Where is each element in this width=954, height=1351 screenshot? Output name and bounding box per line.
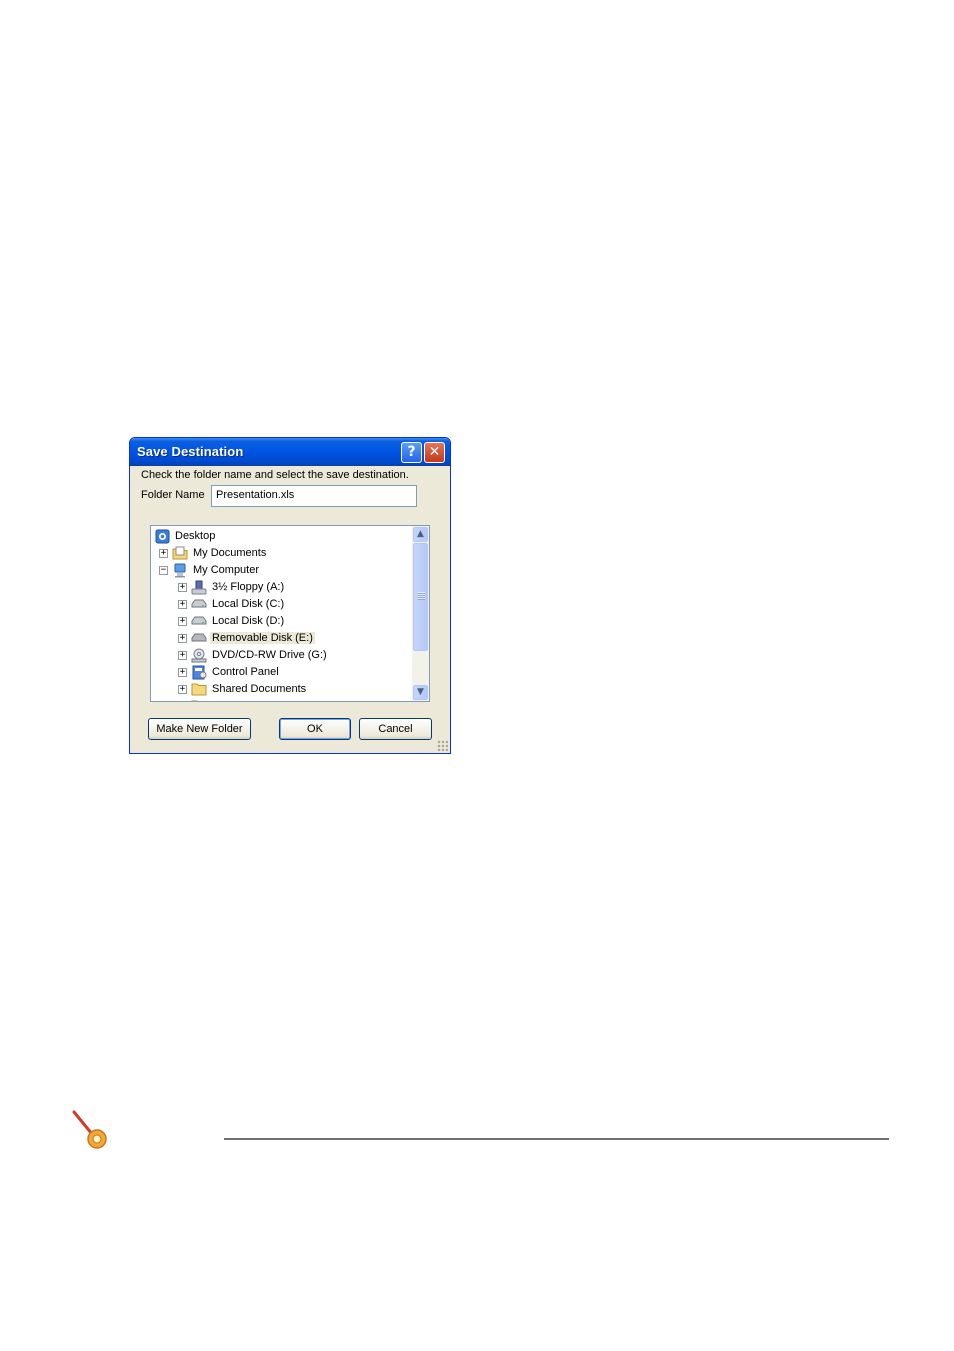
tree-item-my-documents[interactable]: + My Documents <box>159 545 268 561</box>
title-bar[interactable]: Save Destination ? ✕ <box>130 438 450 466</box>
tree-item-label: Local Disk (C:) <box>212 598 285 610</box>
tree-item-control-panel[interactable]: + Control Panel <box>178 664 281 680</box>
floppy-icon <box>191 580 207 594</box>
help-button[interactable]: ? <box>401 442 422 463</box>
control-panel-icon <box>191 665 207 679</box>
dvd-drive-icon <box>191 648 207 662</box>
tree-item-label: Shared Documents <box>212 683 307 695</box>
hard-disk-icon <box>191 614 207 628</box>
expand-icon[interactable]: + <box>159 548 168 558</box>
tree-item-partial <box>178 698 210 703</box>
note-divider <box>224 1138 889 1140</box>
tree-item-local-disk-d[interactable]: + Local Disk (D:) <box>178 613 286 629</box>
scroll-down-arrow-icon[interactable]: ▼ <box>413 685 428 700</box>
tree-vertical-scrollbar[interactable]: ▲ ▼ <box>412 526 429 701</box>
tree-item-my-computer[interactable]: − My Computer <box>159 562 261 578</box>
tree-item-floppy[interactable]: + 3½ Floppy (A:) <box>178 579 286 595</box>
tree-item-removable-disk-e[interactable]: + Removable Disk (E:) <box>178 630 315 646</box>
folder-icon <box>191 699 207 701</box>
tree-item-desktop[interactable]: Desktop <box>154 528 217 544</box>
folder-name-label: Folder Name <box>141 489 205 501</box>
instruction-text: Check the folder name and select the sav… <box>141 469 409 481</box>
scroll-up-arrow-icon[interactable]: ▲ <box>413 527 428 542</box>
make-new-folder-button[interactable]: Make New Folder <box>148 718 251 740</box>
expand-icon[interactable]: + <box>178 582 187 592</box>
scroll-thumb[interactable] <box>413 543 428 651</box>
tree-item-label: DVD/CD-RW Drive (G:) <box>212 649 327 661</box>
tree-item-local-disk-c[interactable]: + Local Disk (C:) <box>178 596 286 612</box>
expand-icon[interactable]: + <box>178 650 187 660</box>
tree-item-dvd-drive-g[interactable]: + DVD/CD-RW Drive (G:) <box>178 647 329 663</box>
tree-item-label: Local Disk (D:) <box>212 615 285 627</box>
tree-item-label: Removable Disk (E:) <box>210 632 315 644</box>
save-destination-dialog: Save Destination ? ✕ Check the folder na… <box>129 437 451 754</box>
expand-icon[interactable]: + <box>178 633 187 643</box>
tree-item-label: Desktop <box>175 530 216 542</box>
ok-button[interactable]: OK <box>279 718 351 740</box>
expand-icon[interactable]: + <box>178 599 187 609</box>
tree-item-label: Control Panel <box>212 666 279 678</box>
note-pin-icon <box>70 1108 114 1152</box>
collapse-icon[interactable]: − <box>159 565 168 575</box>
tree-item-label: My Computer <box>193 564 260 576</box>
expand-icon[interactable]: + <box>178 667 187 677</box>
my-documents-icon <box>172 546 188 560</box>
dialog-title: Save Destination <box>137 444 244 459</box>
desktop-icon <box>154 529 170 543</box>
tree-item-label: My Documents <box>193 547 267 559</box>
close-button[interactable]: ✕ <box>424 442 445 463</box>
expand-icon[interactable]: + <box>178 616 187 626</box>
folder-tree[interactable]: Desktop + My Documents − My Computer + 3… <box>150 525 430 702</box>
my-computer-icon <box>172 563 188 577</box>
tree-item-label: 3½ Floppy (A:) <box>212 581 285 593</box>
expand-icon <box>178 702 187 703</box>
grip-icon <box>418 592 425 600</box>
removable-disk-icon <box>191 631 207 645</box>
hard-disk-icon <box>191 597 207 611</box>
folder-name-input[interactable]: Presentation.xls <box>211 485 417 507</box>
expand-icon[interactable]: + <box>178 684 187 694</box>
cancel-button[interactable]: Cancel <box>359 718 432 740</box>
folder-icon <box>191 682 207 696</box>
tree-item-shared-documents[interactable]: + Shared Documents <box>178 681 308 697</box>
resize-grip-icon[interactable] <box>437 740 448 751</box>
